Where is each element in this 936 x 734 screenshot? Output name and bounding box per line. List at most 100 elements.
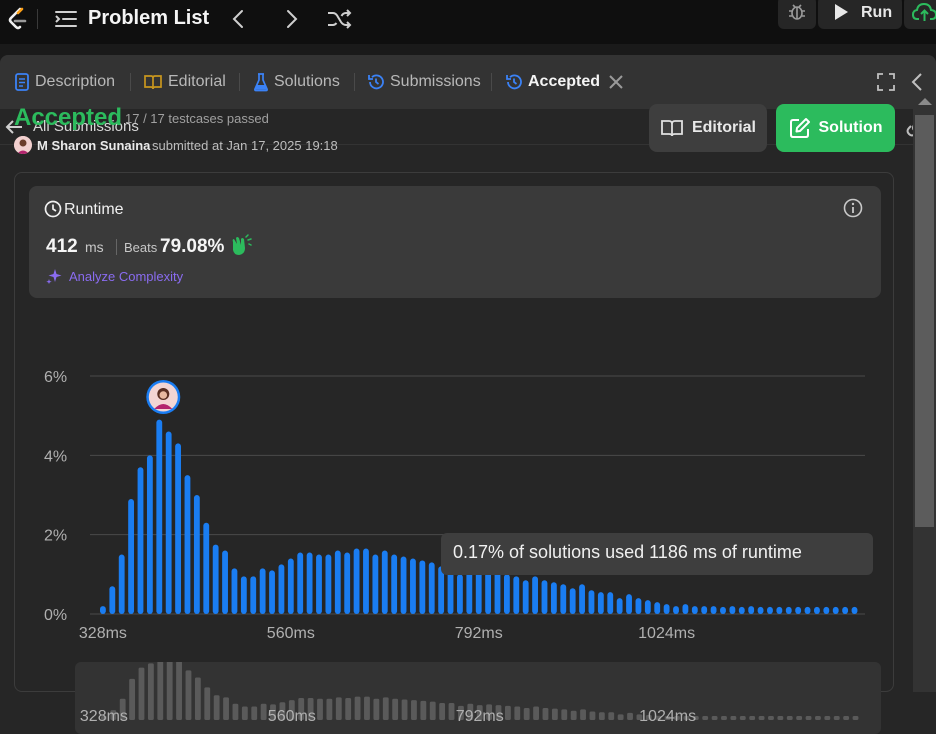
chart-bar[interactable]: [644, 600, 651, 614]
chart-bar[interactable]: [269, 570, 275, 614]
chart-bar[interactable]: [109, 586, 116, 614]
info-icon[interactable]: [843, 198, 863, 218]
chart-bar[interactable]: [569, 588, 576, 614]
author-name[interactable]: M Sharon Sunaina: [37, 138, 150, 153]
chart-bar[interactable]: [457, 574, 463, 614]
chart-bar[interactable]: [851, 606, 858, 614]
chart-bar[interactable]: [785, 606, 792, 614]
chart-bar[interactable]: [297, 552, 304, 614]
chart-bar[interactable]: [738, 606, 745, 614]
chart-bar[interactable]: [701, 606, 708, 614]
chart-bar[interactable]: [795, 606, 802, 614]
runtime-distribution-chart[interactable]: 6% 4% 2% 0% 328ms 560ms 792ms 1024ms: [30, 362, 890, 652]
chart-bar[interactable]: [814, 606, 820, 614]
chart-bar[interactable]: [635, 598, 642, 614]
editorial-button[interactable]: Editorial: [649, 104, 767, 152]
analyze-complexity-link[interactable]: Analyze Complexity: [69, 269, 183, 284]
solution-button[interactable]: Solution: [776, 104, 895, 152]
chevron-left-icon[interactable]: [228, 8, 250, 30]
chart-bar[interactable]: [513, 576, 520, 614]
chart-bar[interactable]: [663, 604, 670, 614]
current-submission-marker[interactable]: [146, 380, 181, 414]
chart-bar[interactable]: [137, 467, 144, 614]
tab-accepted[interactable]: Accepted: [505, 69, 631, 95]
submit-button[interactable]: [904, 0, 936, 29]
chart-bar[interactable]: [616, 598, 623, 614]
chart-bar[interactable]: [842, 606, 849, 614]
chart-bar[interactable]: [494, 572, 501, 614]
run-button[interactable]: Run: [818, 0, 902, 29]
chart-bar[interactable]: [344, 552, 351, 614]
chart-bar[interactable]: [626, 594, 632, 614]
list-icon[interactable]: [54, 9, 78, 29]
chart-bar[interactable]: [597, 592, 604, 614]
chart-bar[interactable]: [757, 606, 764, 614]
scrollbar-thumb[interactable]: [915, 115, 934, 527]
chart-bar[interactable]: [128, 498, 135, 614]
chart-bar[interactable]: [550, 582, 557, 614]
chart-bar[interactable]: [691, 606, 698, 614]
chart-bar[interactable]: [410, 558, 416, 614]
chart-bar[interactable]: [156, 419, 163, 614]
chart-bar[interactable]: [541, 580, 548, 614]
chart-bar[interactable]: [485, 570, 492, 614]
debug-button[interactable]: [778, 0, 816, 29]
chart-bar[interactable]: [748, 606, 755, 614]
chart-bar[interactable]: [532, 576, 538, 614]
chart-bar[interactable]: [278, 564, 285, 614]
chart-bar[interactable]: [522, 580, 529, 614]
chart-bar[interactable]: [100, 606, 106, 614]
chart-bar[interactable]: [767, 606, 773, 614]
chart-bar[interactable]: [419, 560, 426, 614]
chevron-right-icon[interactable]: [280, 8, 302, 30]
chart-bar[interactable]: [823, 606, 830, 614]
chart-bar[interactable]: [372, 554, 379, 615]
shuffle-icon[interactable]: [326, 7, 352, 31]
leetcode-logo-icon[interactable]: [6, 6, 30, 32]
collapse-icon[interactable]: [909, 72, 925, 92]
chart-bar[interactable]: [391, 554, 398, 615]
fullscreen-icon[interactable]: [876, 72, 896, 92]
chart-bar[interactable]: [306, 552, 313, 614]
chart-bar[interactable]: [222, 550, 228, 614]
chart-bar[interactable]: [503, 574, 510, 614]
chart-bar[interactable]: [250, 576, 257, 614]
chart-bar[interactable]: [259, 568, 266, 614]
chart-bar[interactable]: [560, 584, 567, 614]
chart-bar[interactable]: [118, 554, 125, 615]
chart-bar[interactable]: [165, 431, 172, 614]
chart-bar[interactable]: [400, 556, 407, 614]
chart-bar[interactable]: [607, 592, 614, 614]
scroll-up-arrow-icon[interactable]: [918, 98, 932, 105]
chart-bar[interactable]: [673, 606, 679, 614]
close-icon[interactable]: [606, 72, 626, 92]
chart-bar[interactable]: [240, 576, 247, 614]
chart-bar[interactable]: [729, 606, 736, 614]
chart-bar[interactable]: [287, 558, 294, 614]
runtime-summary[interactable]: Runtime 412 ms Beats 79.08% Analyze Comp…: [29, 186, 881, 298]
chart-bar[interactable]: [654, 602, 661, 614]
chart-bar[interactable]: [146, 455, 153, 614]
chart-bar[interactable]: [325, 554, 332, 615]
tab-description[interactable]: Description: [14, 69, 115, 95]
chart-bar[interactable]: [175, 443, 181, 614]
tab-solutions[interactable]: Solutions: [253, 69, 340, 95]
chart-bar[interactable]: [710, 606, 717, 614]
chart-bar[interactable]: [579, 584, 585, 614]
chart-bar[interactable]: [475, 572, 482, 614]
chart-bar[interactable]: [193, 495, 200, 614]
chart-bar[interactable]: [381, 550, 388, 614]
chart-range-selector[interactable]: 328ms 560ms 792ms 1024ms: [75, 650, 881, 734]
chart-bar[interactable]: [353, 548, 360, 614]
chart-bar[interactable]: [588, 590, 595, 614]
chart-bar[interactable]: [212, 544, 219, 614]
chart-bar[interactable]: [682, 604, 689, 614]
chart-bar[interactable]: [334, 550, 341, 614]
chart-bar[interactable]: [231, 568, 238, 614]
tab-editorial[interactable]: Editorial: [143, 69, 226, 95]
chart-bar[interactable]: [363, 548, 369, 614]
chart-bar[interactable]: [316, 554, 322, 615]
tab-submissions[interactable]: Submissions: [367, 69, 481, 95]
chart-bar[interactable]: [466, 568, 473, 614]
chart-bar[interactable]: [428, 562, 435, 614]
